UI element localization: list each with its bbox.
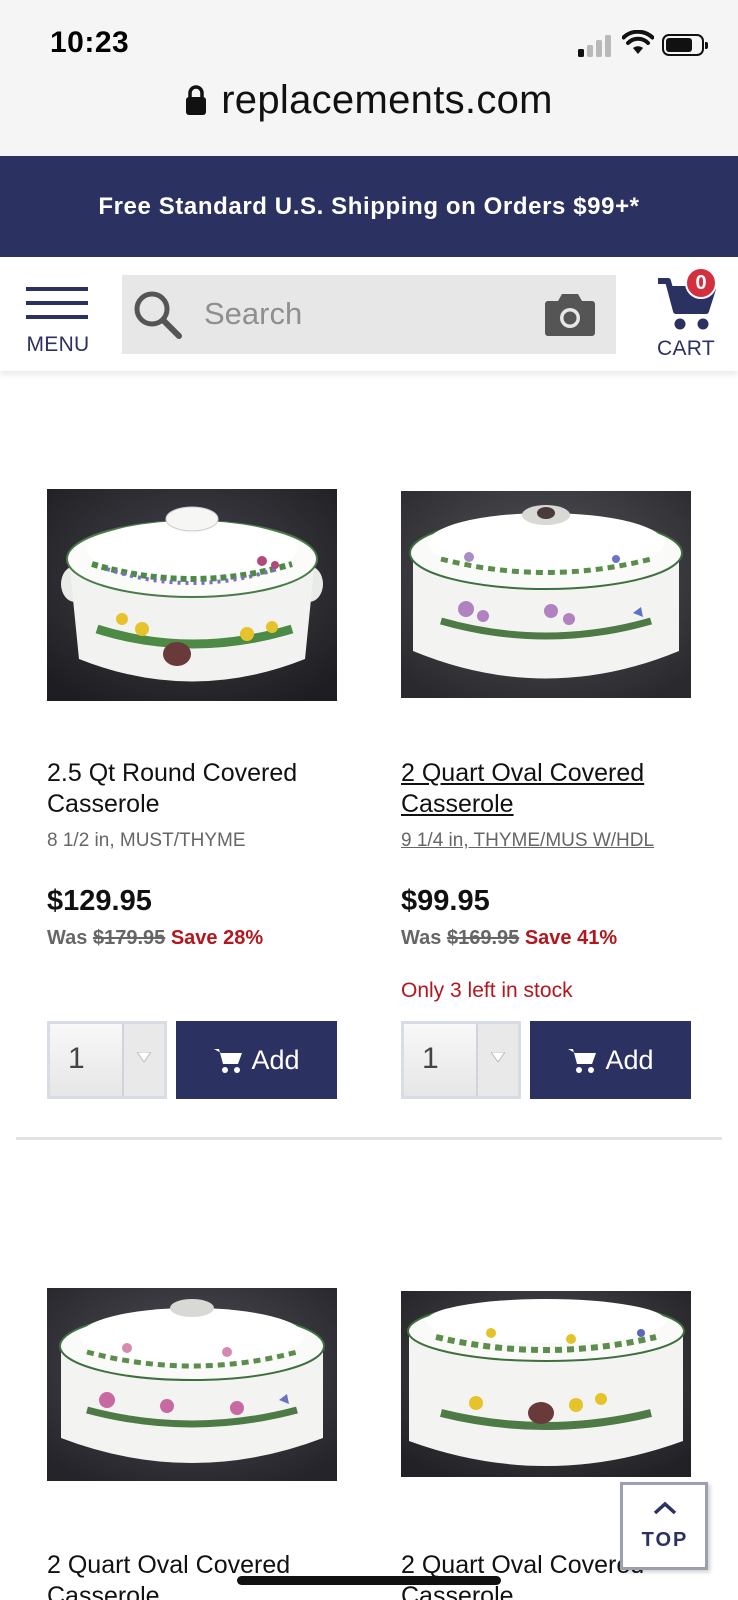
product-price: $129.95 xyxy=(47,885,152,917)
add-to-cart-button[interactable]: Add xyxy=(176,1021,337,1099)
save-percent: Save 28% xyxy=(170,927,264,949)
cellular-signal-icon xyxy=(578,33,614,57)
add-to-cart-button[interactable]: Add xyxy=(530,1021,691,1099)
casserole-oval-image xyxy=(401,491,691,698)
product-subtitle: 8 1/2 in, MUST/THYME xyxy=(47,830,246,851)
lock-icon xyxy=(186,85,207,115)
cart-label: CART xyxy=(657,337,715,360)
product-image[interactable] xyxy=(401,1291,691,1477)
product-card: 2 Quart Oval Covered Casserole xyxy=(47,1288,337,1600)
quantity-select[interactable]: 1 xyxy=(401,1021,521,1099)
stock-notice: Only 3 left in stock xyxy=(401,979,573,1002)
price-comparison: Was $179.95 Save 28% xyxy=(47,927,263,950)
product-title[interactable]: 2.5 Qt Round Covered Casserole xyxy=(47,758,347,820)
was-label: Was xyxy=(401,927,442,949)
home-indicator[interactable] xyxy=(237,1576,501,1585)
add-label: Add xyxy=(605,1044,654,1075)
chevron-down-icon xyxy=(122,1024,164,1096)
casserole-oval-image xyxy=(401,1291,691,1477)
cart-button[interactable]: 0 CART xyxy=(650,267,722,363)
shipping-promo-banner[interactable]: Free Standard U.S. Shipping on Orders $9… xyxy=(0,156,738,257)
status-time: 10:23 xyxy=(50,26,130,59)
address-bar[interactable]: replacements.com xyxy=(0,70,738,130)
product-image[interactable] xyxy=(401,491,691,698)
search-input[interactable] xyxy=(204,291,524,337)
url-text: replacements.com xyxy=(221,77,553,122)
product-subtitle[interactable]: 9 1/4 in, THYME/MUS W/HDL xyxy=(401,830,701,852)
product-card: 2.5 Qt Round Covered Casserole 8 1/2 in,… xyxy=(47,489,337,1099)
product-image[interactable] xyxy=(47,1288,337,1481)
camera-icon[interactable] xyxy=(544,291,596,337)
casserole-round-image xyxy=(47,489,337,701)
quantity-value: 1 xyxy=(422,1042,439,1075)
product-price: $99.95 xyxy=(401,885,490,917)
save-percent: Save 41% xyxy=(524,927,618,949)
was-label: Was xyxy=(47,927,88,949)
cart-icon xyxy=(568,1049,597,1073)
menu-label: MENU xyxy=(26,333,90,356)
cart-icon xyxy=(214,1049,243,1073)
wifi-icon xyxy=(622,30,654,54)
search-bar[interactable] xyxy=(122,275,616,354)
browser-chrome: 10:23 replacements.com xyxy=(0,0,738,156)
chevron-up-icon xyxy=(653,1501,677,1515)
back-to-top-button[interactable]: TOP xyxy=(620,1482,708,1570)
quantity-select[interactable]: 1 xyxy=(47,1021,167,1099)
was-price: $169.95 xyxy=(446,927,520,949)
price-comparison: Was $169.95 Save 41% xyxy=(401,927,617,950)
cart-count-badge: 0 xyxy=(685,267,717,299)
product-image[interactable] xyxy=(47,489,337,701)
site-header: MENU 0 CART xyxy=(0,257,738,371)
menu-button[interactable]: MENU xyxy=(24,287,92,361)
product-title[interactable]: 2 Quart Oval Covered Casserole xyxy=(47,1550,347,1600)
was-price: $179.95 xyxy=(92,927,166,949)
add-label: Add xyxy=(251,1044,300,1075)
battery-icon xyxy=(662,34,708,56)
promo-text: Free Standard U.S. Shipping on Orders $9… xyxy=(98,192,640,220)
product-card: 2 Quart Oval Covered Casserole 9 1/4 in,… xyxy=(401,491,691,1101)
row-divider xyxy=(16,1137,722,1140)
product-title[interactable]: 2 Quart Oval Covered Casserole xyxy=(401,758,701,820)
chevron-down-icon xyxy=(476,1024,518,1096)
quantity-value: 1 xyxy=(68,1042,85,1075)
casserole-oval-image xyxy=(47,1288,337,1481)
back-to-top-label: TOP xyxy=(641,1529,689,1551)
search-icon xyxy=(134,291,182,339)
